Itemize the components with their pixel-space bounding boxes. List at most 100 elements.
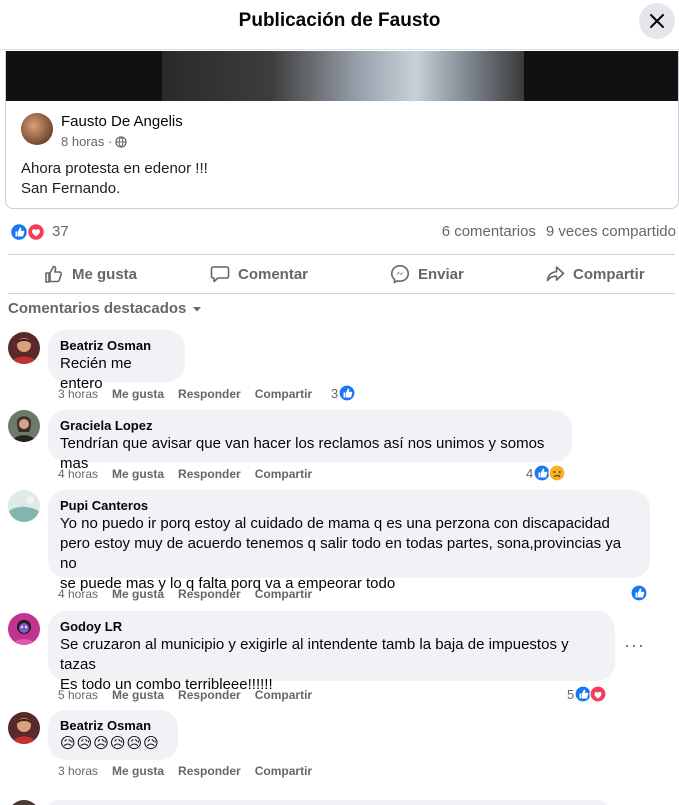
post-image[interactable] xyxy=(162,51,524,101)
comment-actions: 5 horas Me gusta Responder Compartir xyxy=(58,688,312,702)
comment-bubble: Pupi Canteros Yo no puedo ir porq estoy … xyxy=(48,490,650,592)
comment-bubble: Graciela Lopez Tendrían que avisar que v… xyxy=(48,410,572,472)
share-label: Compartir xyxy=(573,265,645,283)
shares-count[interactable]: 9 veces compartido xyxy=(546,223,676,240)
commenter-avatar[interactable] xyxy=(8,490,40,522)
comment-like-button[interactable]: Me gusta xyxy=(112,387,164,401)
send-label: Enviar xyxy=(418,265,464,283)
comment-share-button[interactable]: Compartir xyxy=(255,467,312,481)
sad-reaction-icon xyxy=(548,464,566,482)
comment-reaction-count: 3 xyxy=(331,385,339,401)
comment-bubble: Beatriz Osman Recién me entero xyxy=(48,330,185,392)
comment-like-button[interactable]: Me gusta xyxy=(112,764,164,778)
comment-time[interactable]: 5 horas xyxy=(58,688,98,702)
comment-reactions[interactable]: 3 xyxy=(331,384,356,402)
share-icon xyxy=(546,266,565,282)
author-name[interactable]: Fausto De Angelis xyxy=(61,113,183,130)
commenter-avatar[interactable] xyxy=(8,800,40,805)
comment-text-line: pero estoy muy de acuerdo tenemos q sali… xyxy=(60,535,622,572)
share-button[interactable]: Compartir xyxy=(545,255,645,293)
comment-reaction-count: 5 xyxy=(567,686,575,702)
comment-share-button[interactable]: Compartir xyxy=(255,764,312,778)
comment-time[interactable]: 4 horas xyxy=(58,587,98,601)
commenter-name[interactable]: Beatriz Osman xyxy=(60,338,173,354)
avatar-image xyxy=(8,712,40,744)
post-text: Ahora protesta en edenor !!! San Fernand… xyxy=(21,159,208,199)
comment-text-line: Se cruzaron al municipio y exigirle al i… xyxy=(60,636,569,673)
globe-icon xyxy=(115,135,127,148)
like-reaction-icon xyxy=(630,584,648,602)
avatar-image xyxy=(8,410,40,442)
reaction-count[interactable]: 37 xyxy=(52,223,69,240)
comment-reply-button[interactable]: Responder xyxy=(178,764,241,778)
commenter-avatar[interactable] xyxy=(8,712,40,744)
comment-like-button[interactable]: Me gusta xyxy=(112,467,164,481)
commenter-name[interactable]: Pupi Canteros xyxy=(60,498,638,514)
reactions-row: 37 6 comentarios 9 veces compartido xyxy=(0,218,679,246)
comments-sort-dropdown[interactable]: Comentarios destacados xyxy=(8,300,202,317)
comment-icon xyxy=(210,266,230,283)
comment-reply-button[interactable]: Responder xyxy=(178,688,241,702)
post-text-line: Ahora protesta en edenor !!! xyxy=(21,160,208,177)
commenter-avatar[interactable] xyxy=(8,613,40,645)
post-time[interactable]: 8 horas · xyxy=(61,134,112,149)
love-reaction-icon xyxy=(26,222,46,242)
comment-reply-button[interactable]: Responder xyxy=(178,467,241,481)
comment-text: 😥😥😥😥😥😥 xyxy=(60,735,160,752)
close-button[interactable] xyxy=(639,3,675,39)
comment-like-button[interactable]: Me gusta xyxy=(112,587,164,601)
thumbs-up-icon xyxy=(45,265,62,283)
comment-actions: 3 horas Me gusta Responder Compartir xyxy=(58,387,312,401)
comment-time[interactable]: 3 horas xyxy=(58,764,98,778)
comment-time[interactable]: 4 horas xyxy=(58,467,98,481)
sort-label: Comentarios destacados xyxy=(8,300,187,317)
post-media[interactable] xyxy=(6,51,678,101)
post-action-bar: Me gusta Comentar Enviar Compartir xyxy=(8,254,675,294)
comment-button[interactable]: Comentar xyxy=(210,255,308,293)
post-text-line: San Fernando. xyxy=(21,180,121,197)
commenter-avatar[interactable] xyxy=(8,410,40,442)
like-button[interactable]: Me gusta xyxy=(44,255,137,293)
avatar-image xyxy=(8,613,40,645)
commenter-name[interactable]: Beatriz Osman xyxy=(60,718,166,734)
shared-post-card[interactable]: Fausto De Angelis 8 horas · Ahora protes… xyxy=(5,51,679,209)
comment-share-button[interactable]: Compartir xyxy=(255,587,312,601)
comment-reactions[interactable]: 5 xyxy=(567,685,607,703)
comment-label: Comentar xyxy=(238,265,309,283)
messenger-icon xyxy=(390,264,410,284)
comment-bubble xyxy=(48,800,608,805)
comment-actions: 4 horas Me gusta Responder Compartir xyxy=(58,467,312,481)
comment-time[interactable]: 3 horas xyxy=(58,387,98,401)
caret-down-icon xyxy=(193,306,202,311)
commenter-avatar[interactable] xyxy=(8,332,40,364)
commenter-name[interactable]: Godoy LR xyxy=(60,619,603,635)
like-reaction-icon xyxy=(338,384,356,402)
comments-count[interactable]: 6 comentarios xyxy=(442,223,536,240)
comment-bubble: Godoy LR Se cruzaron al municipio y exig… xyxy=(48,611,615,693)
like-reaction-icon xyxy=(10,222,29,242)
post-stats: 6 comentarios 9 veces compartido xyxy=(442,223,676,240)
comment-reactions[interactable] xyxy=(630,584,648,602)
comment-text-line: Yo no puedo ir porq estoy al cuidado de … xyxy=(60,515,610,532)
comment-actions: 4 horas Me gusta Responder Compartir xyxy=(58,587,312,601)
comment-reply-button[interactable]: Responder xyxy=(178,387,241,401)
avatar-image xyxy=(8,332,40,364)
comment-like-button[interactable]: Me gusta xyxy=(112,688,164,702)
more-options-button[interactable]: ··· xyxy=(624,635,645,656)
commenter-name[interactable]: Graciela Lopez xyxy=(60,418,560,434)
close-icon xyxy=(650,14,664,28)
comment-reply-button[interactable]: Responder xyxy=(178,587,241,601)
reaction-icons[interactable] xyxy=(10,222,48,242)
comment-actions: 3 horas Me gusta Responder Compartir xyxy=(58,764,312,778)
comment-share-button[interactable]: Compartir xyxy=(255,688,312,702)
comment-bubble: Beatriz Osman 😥😥😥😥😥😥 xyxy=(48,710,178,760)
send-button[interactable]: Enviar xyxy=(390,255,464,293)
post-meta: 8 horas · xyxy=(61,134,127,149)
dialog-title: Publicación de Fausto xyxy=(238,10,441,31)
comment-reactions[interactable]: 4 xyxy=(526,464,566,482)
comment-reaction-count: 4 xyxy=(526,465,534,481)
author-avatar[interactable] xyxy=(21,113,53,145)
dialog-header: Publicación de Fausto xyxy=(0,0,679,50)
like-label: Me gusta xyxy=(72,265,138,283)
comment-share-button[interactable]: Compartir xyxy=(255,387,312,401)
